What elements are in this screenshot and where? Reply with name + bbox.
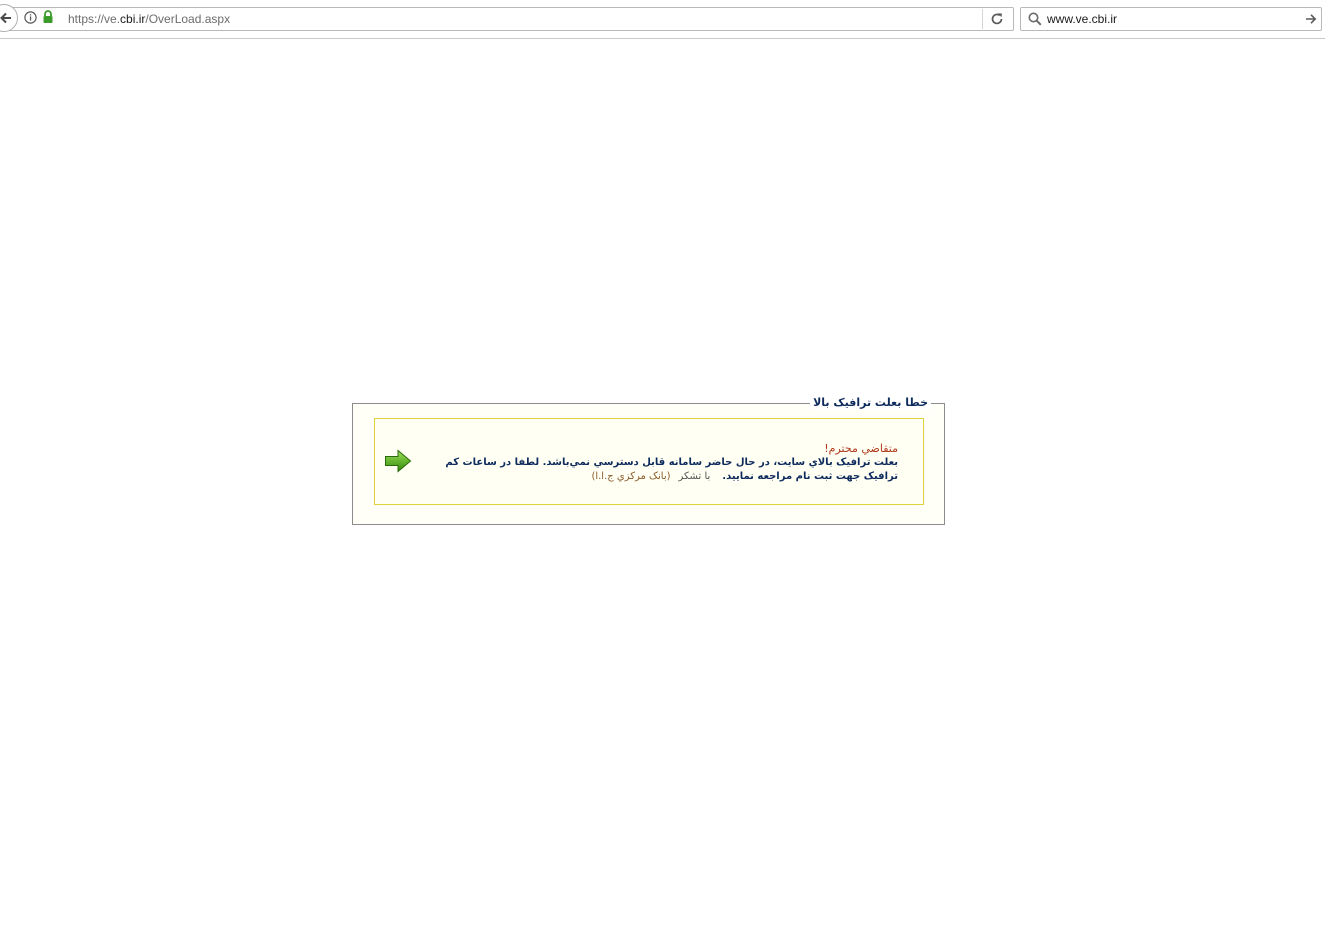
thanks-text: با تشکر <box>678 471 711 482</box>
address-bar-separator <box>982 9 983 29</box>
back-arrow-icon <box>0 12 11 24</box>
error-message: متقاضي محترم! بعلت ترافيک بالاي سايت، در… <box>410 442 898 484</box>
search-input[interactable]: www.ve.cbi.ir <box>1047 12 1117 26</box>
search-icon <box>1028 12 1042 26</box>
browser-toolbar: https://ve.cbi.ir/OverLoad.aspx www.ve.c… <box>0 0 1325 39</box>
greeting-text: متقاضي محترم! <box>824 442 898 455</box>
signature-text: (بانک مرکزي ج.ا.ا) <box>591 471 671 482</box>
info-icon[interactable] <box>24 11 37 24</box>
error-panel-title: خطا بعلت ترافيک بالا <box>810 396 931 410</box>
message-body: بعلت ترافيک بالاي سايت، در حال حاضر ساما… <box>445 457 898 482</box>
message-text: بعلت ترافيک بالاي سايت، در حال حاضر ساما… <box>410 456 898 484</box>
reload-icon[interactable] <box>990 12 1004 26</box>
url-text[interactable]: https://ve.cbi.ir/OverLoad.aspx <box>68 12 230 26</box>
lock-icon[interactable] <box>42 10 54 24</box>
green-arrow-icon <box>385 449 412 473</box>
go-arrow-icon[interactable] <box>1305 13 1317 25</box>
